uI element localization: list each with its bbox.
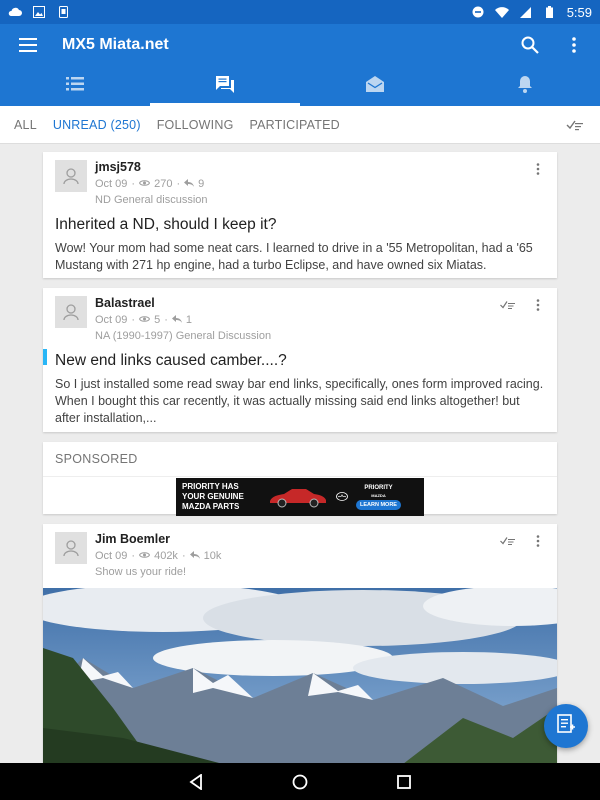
ad-headline: YOUR GENUINE (182, 492, 244, 501)
post-photo[interactable] (43, 588, 557, 764)
ad-cta-button[interactable]: LEARN MORE (356, 499, 401, 510)
post-date: Oct 09 (95, 550, 128, 562)
tab-inbox[interactable] (300, 66, 450, 106)
compose-icon (557, 713, 575, 739)
forum-icon (215, 75, 235, 98)
author-name[interactable]: Jim Boemler (95, 532, 499, 546)
post-date: Oct 09 (95, 314, 128, 326)
more-vert-icon[interactable] (531, 160, 545, 178)
ad-brand-sub: MAZDA (371, 492, 386, 498)
home-icon[interactable] (288, 770, 312, 794)
system-nav-bar (0, 763, 600, 800)
topic-card[interactable]: jmsj578 Oct 09 · 270 · 9 ND General disc… (43, 152, 557, 278)
reply-icon (189, 550, 200, 562)
unread-marker (43, 349, 47, 365)
topic-card[interactable]: Jim Boemler Oct 09 · 402k · 10k Show us … (43, 524, 557, 764)
dnd-icon (471, 6, 485, 18)
sponsored-label: SPONSORED (43, 442, 557, 477)
views-icon (139, 550, 151, 562)
new-topic-button[interactable] (544, 704, 588, 748)
app-title: MX5 Miata.net (62, 36, 169, 53)
image-icon (32, 6, 46, 18)
status-time: 5:59 (566, 4, 592, 20)
reply-count: 9 (198, 178, 205, 190)
view-count: 5 (154, 314, 161, 326)
reply-icon (171, 314, 182, 326)
reply-icon (184, 178, 195, 190)
mark-read-icon[interactable] (499, 532, 517, 550)
filter-all[interactable]: ALL (14, 118, 37, 132)
avatar[interactable] (55, 532, 87, 564)
views-icon (139, 178, 151, 190)
battery-icon (543, 6, 557, 18)
tab-notifications[interactable] (450, 66, 600, 106)
mazda-logo-icon (336, 491, 348, 503)
reply-count: 1 (185, 314, 192, 326)
phone-icon (56, 6, 70, 18)
view-count: 402k (154, 550, 178, 562)
avatar[interactable] (55, 296, 87, 328)
more-vert-icon[interactable] (560, 31, 588, 59)
author-name[interactable]: Balastrael (95, 296, 499, 310)
mark-all-read-icon[interactable] (564, 114, 586, 136)
app-bar: MX5 Miata.net (0, 24, 600, 106)
tab-bar (0, 66, 600, 106)
ad-headline: PRIORITY HAS (182, 482, 239, 491)
ad-headline: MAZDA PARTS (182, 502, 240, 511)
forum-name[interactable]: Show us your ride! (95, 566, 499, 578)
recents-icon[interactable] (392, 770, 416, 794)
forum-name[interactable]: NA (1990-1997) General Discussion (95, 330, 499, 342)
post-meta: Oct 09 · 270 · 9 (95, 178, 205, 190)
post-meta: Oct 09 · 402k · 10k (95, 550, 222, 562)
forum-name[interactable]: ND General discussion (95, 194, 531, 206)
wifi-icon (494, 6, 509, 18)
post-date: Oct 09 (95, 178, 128, 190)
topic-title[interactable]: New end links caused camber....? (43, 342, 557, 370)
ad-banner[interactable]: PRIORITY HAS YOUR GENUINE MAZDA PARTS PR… (176, 478, 424, 516)
filter-participated[interactable]: PARTICIPATED (250, 118, 340, 132)
topic-card[interactable]: Balastrael Oct 09 · 5 · 1 NA (1990-1997)… (43, 288, 557, 432)
more-vert-icon[interactable] (531, 296, 545, 314)
topic-preview: Wow! Your mom had some neat cars. I lear… (55, 241, 533, 272)
sponsored-card: SPONSORED PRIORITY HAS YOUR GENUINE MAZD… (43, 442, 557, 516)
inbox-icon (366, 75, 384, 97)
mark-read-icon[interactable] (499, 296, 517, 314)
filter-unread[interactable]: UNREAD (250) (53, 118, 141, 132)
views-icon (139, 314, 151, 326)
topic-preview: So I just installed some read sway bar e… (55, 377, 544, 425)
more-vert-icon[interactable] (531, 532, 545, 550)
view-count: 270 (154, 178, 173, 190)
status-bar: 5:59 (0, 0, 600, 24)
topic-title[interactable]: Inherited a ND, should I keep it? (43, 206, 557, 234)
bell-icon (517, 75, 533, 98)
reply-count: 10k (203, 550, 222, 562)
author-name[interactable]: jmsj578 (95, 160, 531, 174)
avatar[interactable] (55, 160, 87, 192)
tab-discussions[interactable] (150, 66, 300, 106)
signal-icon (519, 6, 533, 18)
hamburger-menu-icon[interactable] (12, 29, 44, 61)
back-icon[interactable] (184, 770, 208, 794)
car-image (268, 486, 328, 508)
post-meta: Oct 09 · 5 · 1 (95, 314, 192, 326)
filter-following[interactable]: FOLLOWING (157, 118, 234, 132)
topic-feed: jmsj578 Oct 09 · 270 · 9 ND General disc… (43, 152, 557, 774)
tab-categories[interactable] (0, 66, 150, 106)
cloud-icon (8, 6, 22, 18)
list-icon (66, 76, 84, 96)
ad-brand: PRIORITY (364, 484, 393, 491)
filter-bar: ALL UNREAD (250) FOLLOWING PARTICIPATED (0, 106, 600, 144)
search-icon[interactable] (516, 31, 544, 59)
